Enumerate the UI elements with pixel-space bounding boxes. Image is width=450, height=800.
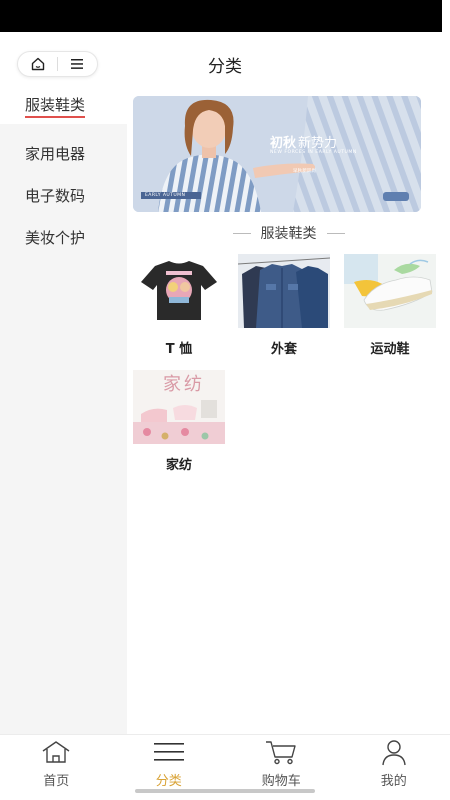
- product-name: 运动鞋: [370, 342, 410, 357]
- tab-label: 我的: [380, 774, 407, 789]
- sidebar-item-clothing-shoes[interactable]: 服装鞋类: [0, 94, 127, 124]
- user-icon: [378, 738, 410, 766]
- tab-label: 分类: [155, 774, 182, 789]
- cart-icon: [265, 738, 297, 766]
- section-divider-left: [232, 232, 251, 234]
- section-title: 服装鞋类: [260, 226, 317, 242]
- sidebar-item-electronics[interactable]: 电子数码: [0, 175, 127, 217]
- category-sidebar: 服装鞋类 家用电器 电子数码 美妆个护: [0, 94, 127, 734]
- category-content: 初秋 新势力 NEW FORCES IN EARLY AUTUMN 早秋新风尚 E…: [127, 94, 450, 734]
- banner-headline-a: 初秋: [270, 136, 297, 151]
- sneaker-image: [344, 254, 436, 328]
- product-name: 家纺: [165, 458, 192, 473]
- sidebar-item-label: 家用电器: [25, 145, 86, 163]
- tab-label: 购物车: [261, 774, 301, 789]
- product-name: T 恤: [165, 342, 193, 357]
- banner-subline: NEW FORCES IN EARLY AUTUMN: [270, 150, 357, 155]
- section-heading: 服装鞋类: [127, 223, 450, 243]
- section-divider-right: [326, 232, 345, 234]
- sidebar-item-label: 服装鞋类: [25, 96, 86, 118]
- banner-tag: EARLY AUTUMN: [145, 193, 186, 198]
- tab-label: 首页: [43, 774, 70, 789]
- sidebar-item-home-appliances[interactable]: 家用电器: [0, 133, 127, 175]
- jacket-image: [238, 254, 330, 328]
- product-tshirt[interactable]: T 恤: [133, 254, 225, 357]
- home-icon: [40, 738, 72, 766]
- product-sneakers[interactable]: 运动鞋: [344, 254, 436, 357]
- product-thumb: [344, 254, 436, 328]
- header: 分类: [0, 32, 450, 94]
- page-title: 分类: [208, 57, 242, 77]
- tab-profile[interactable]: 我的: [338, 735, 450, 800]
- product-thumb: [238, 254, 330, 328]
- category-list-icon: [153, 738, 185, 766]
- tab-home[interactable]: 首页: [0, 735, 113, 800]
- tshirt-image: [133, 254, 225, 328]
- banner-headline: 初秋 新势力: [270, 132, 337, 151]
- product-thumb: [133, 254, 225, 328]
- product-image-text: 家纺: [163, 374, 205, 395]
- status-bar: [0, 0, 442, 32]
- sidebar-item-beauty-care[interactable]: 美妆个护: [0, 217, 127, 259]
- banner-tagline: 早秋新风尚: [293, 169, 316, 174]
- sidebar-item-label: 电子数码: [25, 187, 86, 205]
- product-name: 外套: [270, 342, 297, 357]
- home-indicator[interactable]: [135, 789, 315, 793]
- banner-headline-b: 新势力: [298, 136, 338, 151]
- product-home-textiles[interactable]: 家纺 家纺: [133, 370, 225, 473]
- product-jacket[interactable]: 外套: [238, 254, 330, 357]
- promo-banner[interactable]: 初秋 新势力 NEW FORCES IN EARLY AUTUMN 早秋新风尚 E…: [133, 96, 421, 212]
- sidebar-item-label: 美妆个护: [25, 229, 86, 247]
